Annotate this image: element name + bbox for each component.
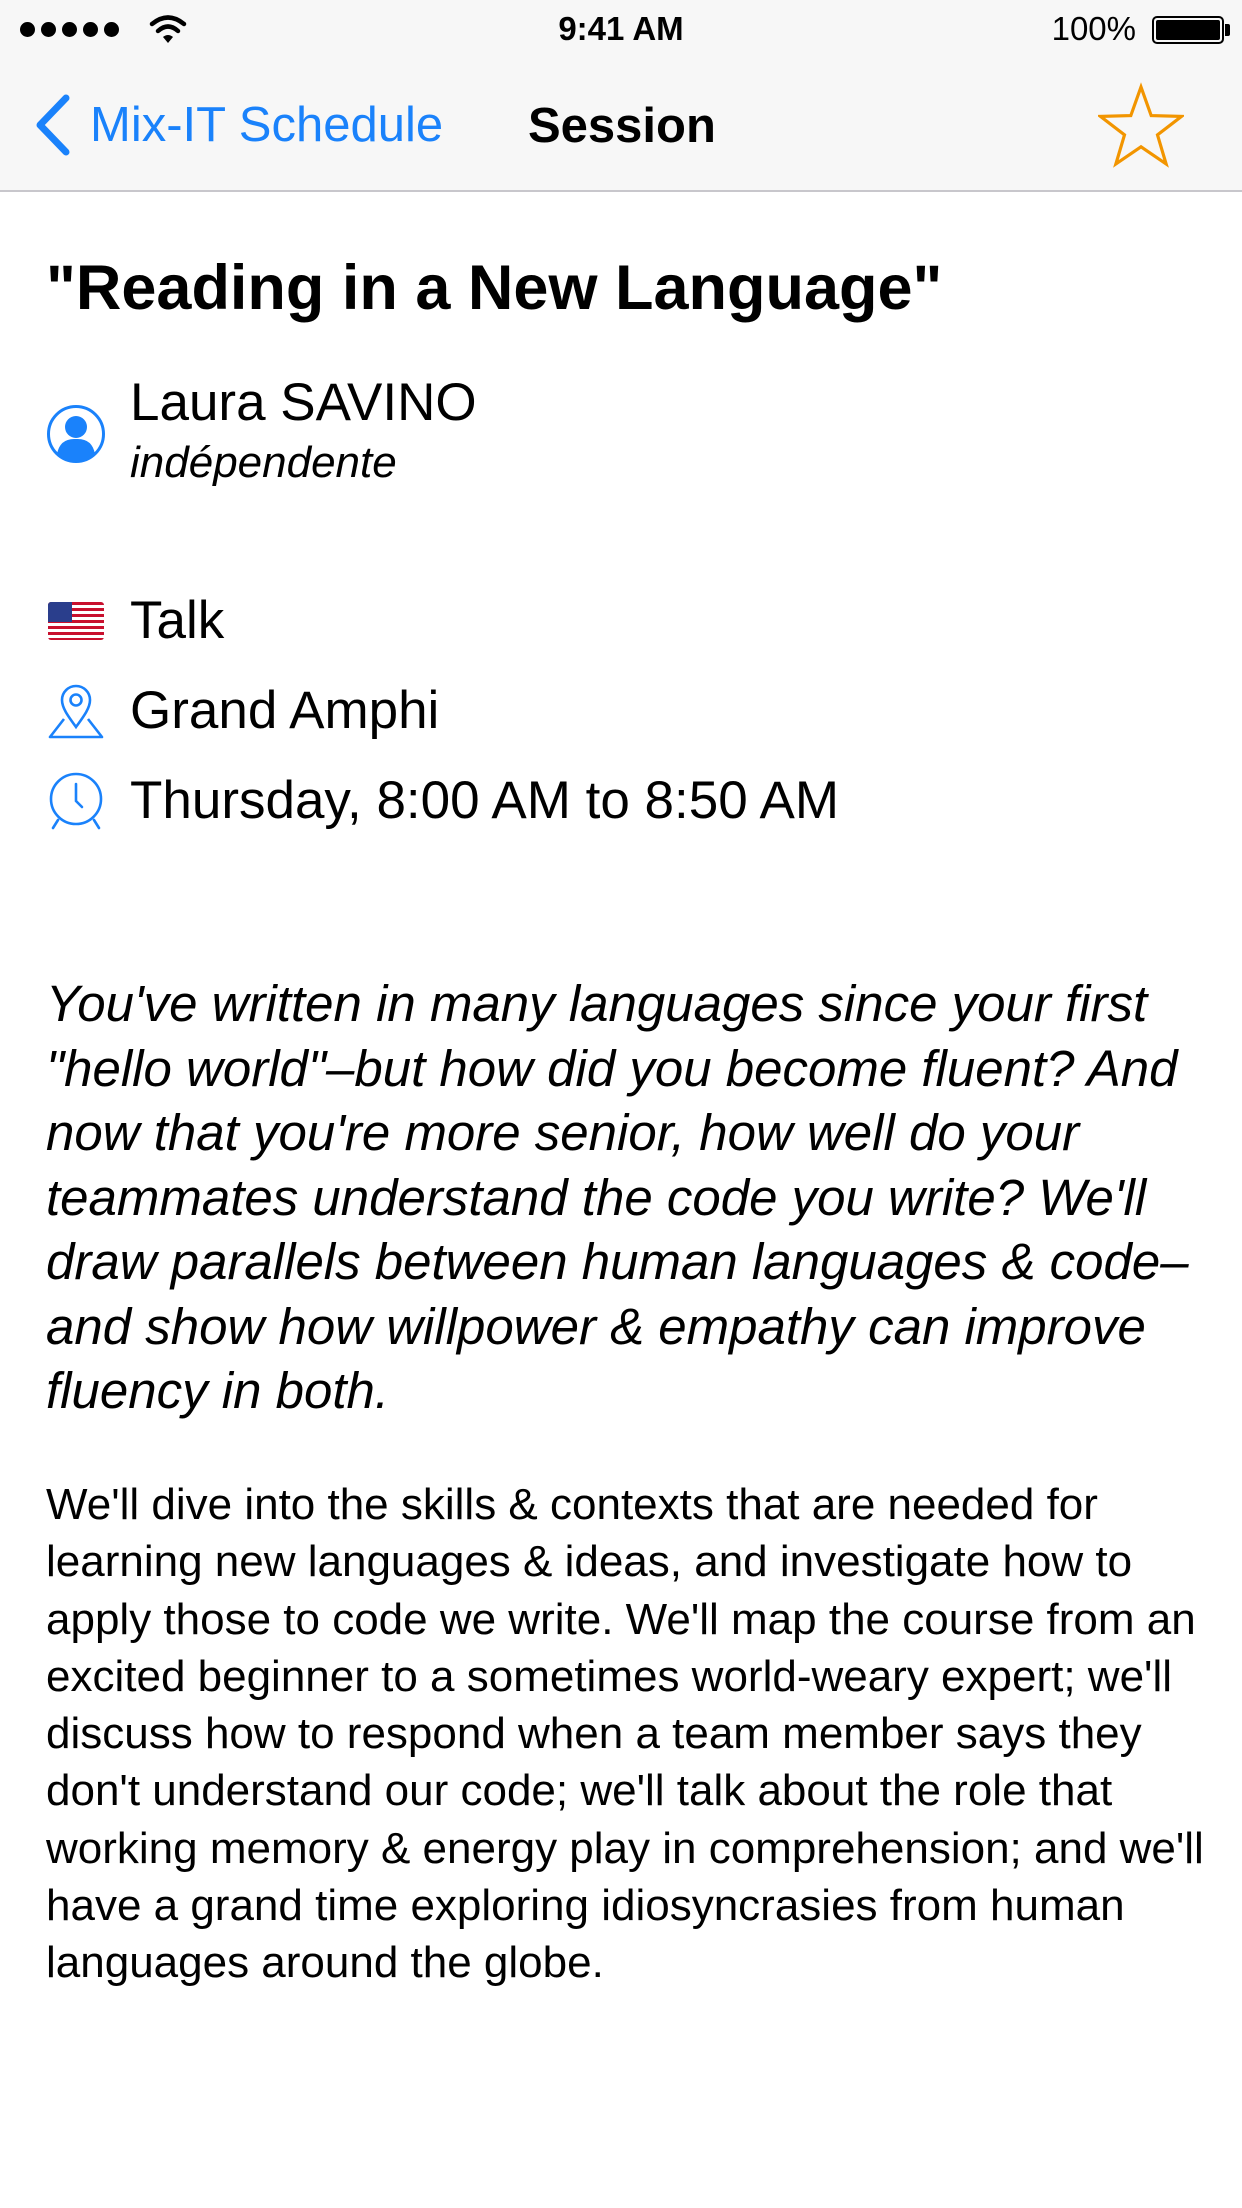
navigation-bar: Mix-IT Schedule Session	[0, 64, 1242, 192]
page-title: Session	[528, 99, 716, 153]
location-pin-icon	[48, 684, 104, 738]
session-format-row: Talk	[46, 590, 224, 651]
back-button[interactable]: Mix-IT Schedule	[30, 90, 443, 160]
session-abstract: You've written in many languages since y…	[46, 975, 1189, 1419]
session-description: We'll dive into the skills & contexts th…	[46, 1480, 1204, 1988]
session-room-row: Grand Amphi	[46, 680, 439, 741]
clock-icon	[49, 772, 103, 829]
session-title: "Reading in a New Language"	[46, 253, 943, 323]
session-room: Grand Amphi	[130, 681, 440, 740]
star-outline-icon[interactable]	[1098, 82, 1184, 168]
status-bar: 9:41 AM 100%	[0, 0, 1242, 64]
speaker-name[interactable]: Laura SAVINO	[130, 372, 477, 433]
us-flag-icon	[48, 601, 104, 640]
back-button-label: Mix-IT Schedule	[90, 98, 444, 152]
battery-percentage: 100%	[1051, 10, 1136, 47]
person-icon	[47, 405, 105, 463]
battery-tip	[1225, 24, 1230, 36]
speaker-company: indépendente	[130, 438, 397, 487]
session-time-row: Thursday, 8:00 AM to 8:50 AM	[46, 770, 839, 831]
chevron-left-icon	[36, 94, 70, 156]
battery-icon	[1152, 16, 1224, 44]
session-time: Thursday, 8:00 AM to 8:50 AM	[130, 771, 840, 830]
session-format: Talk	[130, 591, 225, 650]
